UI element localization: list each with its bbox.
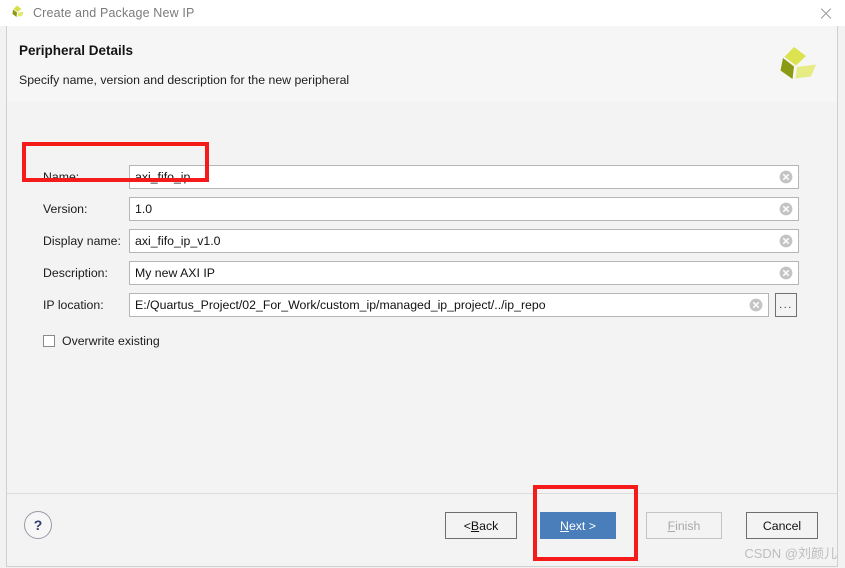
help-button[interactable]: ? (24, 511, 52, 539)
version-input[interactable]: 1.0 (129, 197, 799, 221)
next-button[interactable]: Next > (540, 512, 616, 539)
back-button-prefix: < (463, 518, 471, 533)
back-button-mnemonic: B (470, 518, 480, 533)
ip-location-label: IP location: (43, 298, 104, 312)
title-bar: Create and Package New IP (0, 0, 845, 26)
description-input[interactable]: My new AXI IP (129, 261, 799, 285)
clear-circle-icon[interactable] (749, 298, 763, 312)
create-package-new-ip-window: Create and Package New IP Peripheral Det… (0, 0, 845, 568)
page-subtitle: Specify name, version and description fo… (19, 73, 350, 87)
window-title: Create and Package New IP (33, 6, 195, 20)
display-name-input-value: axi_fifo_ip_v1.0 (135, 234, 221, 248)
clear-circle-icon[interactable] (779, 234, 793, 248)
description-label: Description: (43, 266, 108, 280)
ip-location-input[interactable]: E:/Quartus_Project/02_For_Work/custom_ip… (129, 293, 769, 317)
watermark: CSDN @刘颜儿 (744, 546, 837, 561)
finish-button-suffix: inish (675, 518, 701, 533)
close-icon[interactable] (817, 5, 835, 23)
clear-circle-icon[interactable] (779, 266, 793, 280)
finish-button-mnemonic: F (667, 518, 676, 533)
overwrite-existing-checkbox[interactable] (43, 335, 55, 347)
name-input-value: axi_fifo_ip (135, 170, 191, 184)
description-input-value: My new AXI IP (135, 266, 215, 280)
cancel-button[interactable]: Cancel (746, 512, 818, 539)
dialog-frame: Peripheral Details Specify name, version… (6, 26, 838, 567)
display-name-input[interactable]: axi_fifo_ip_v1.0 (129, 229, 799, 253)
finish-button: Finish (646, 512, 722, 539)
overwrite-existing-label: Overwrite existing (62, 334, 160, 348)
clear-circle-icon[interactable] (779, 170, 793, 184)
page-title: Peripheral Details (19, 43, 134, 58)
next-button-mnemonic: N (560, 518, 569, 533)
peripheral-details-form: Name: axi_fifo_ip Version: 1.0 Display n… (7, 102, 837, 494)
version-input-value: 1.0 (135, 202, 153, 216)
name-input[interactable]: axi_fifo_ip (129, 165, 799, 189)
browse-ip-location-button[interactable]: ... (775, 293, 797, 317)
cancel-button-suffix: Cancel (762, 518, 802, 533)
ip-location-input-value: E:/Quartus_Project/02_For_Work/custom_ip… (135, 298, 546, 312)
vivado-logo-icon (771, 46, 817, 88)
back-button[interactable]: < Back (445, 512, 517, 539)
vivado-logo-icon (8, 4, 26, 22)
banner: Peripheral Details Specify name, version… (7, 26, 837, 103)
next-button-suffix: ext > (568, 518, 596, 533)
dialog-footer: ? < Back Next > Finish Cancel (7, 493, 837, 566)
version-label: Version: (43, 202, 88, 216)
overwrite-existing-checkbox-row[interactable]: Overwrite existing (43, 334, 160, 348)
back-button-suffix: ack (479, 518, 499, 533)
display-name-label: Display name: (43, 234, 121, 248)
clear-circle-icon[interactable] (779, 202, 793, 216)
name-label: Name: (43, 170, 80, 184)
